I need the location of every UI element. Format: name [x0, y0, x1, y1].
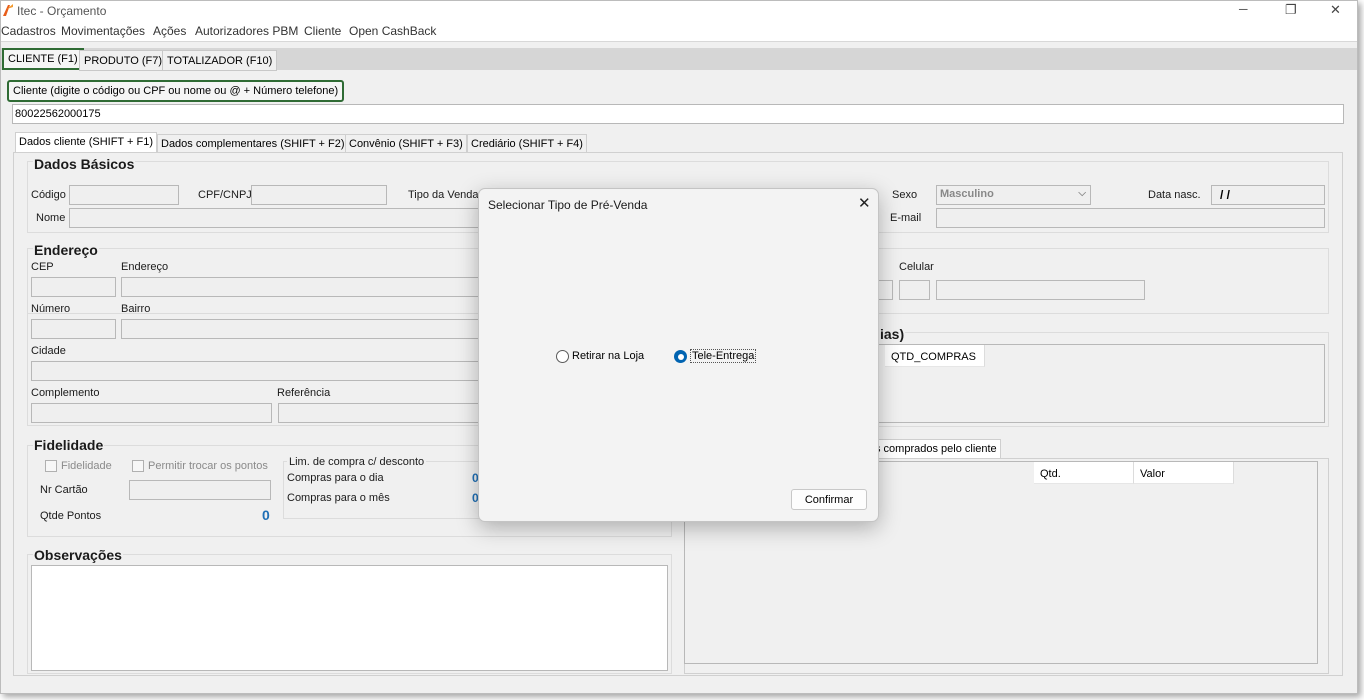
window-title: Itec - Orçamento — [17, 4, 107, 18]
menu-cadastros[interactable]: Cadastros — [1, 24, 56, 38]
tab-produto[interactable]: PRODUTO (F7) — [79, 50, 168, 71]
sexo-select[interactable]: Masculino ⌵ — [936, 185, 1091, 205]
dialog-close-icon[interactable]: ✕ — [858, 194, 871, 212]
cpf-field[interactable] — [251, 185, 387, 205]
tab-crediario[interactable]: Crediário (SHIFT + F4) — [467, 134, 587, 153]
confirm-button[interactable]: Confirmar — [791, 489, 867, 510]
observacoes-title: Observações — [33, 547, 123, 563]
tab-cliente[interactable]: CLIENTE (F1) — [2, 48, 84, 70]
numero-label: Número — [31, 303, 71, 315]
sexo-value: Masculino — [940, 188, 994, 200]
tab-totalizador[interactable]: TOTALIZADOR (F10) — [162, 50, 278, 71]
client-search-label: Cliente (digite o código ou CPF ou nome … — [7, 80, 345, 102]
endereco-field[interactable] — [121, 277, 491, 297]
pre-venda-dialog: Selecionar Tipo de Pré-Venda ✕ Retirar n… — [478, 188, 879, 522]
cidade-label: Cidade — [31, 345, 66, 357]
email-label: E-mail — [890, 212, 922, 224]
retirar-loja-radio[interactable] — [556, 350, 569, 363]
app-window: Itec - Orçamento ─ ❐ ✕ Cadastros Movimen… — [0, 0, 1358, 694]
compras-mes-label: Compras para o mês — [287, 492, 390, 504]
address-title: Endereço — [33, 242, 99, 258]
codigo-label: Código — [31, 189, 66, 201]
qtde-pontos-value: 0 — [262, 507, 270, 523]
endereco-label: Endereço — [121, 261, 169, 273]
fidelidade-checkbox[interactable] — [45, 460, 57, 472]
title-bar: Itec - Orçamento ─ ❐ ✕ — [1, 1, 1357, 21]
observacoes-textarea[interactable] — [31, 565, 668, 671]
tipo-venda-label: Tipo da Venda — [408, 189, 479, 201]
qtde-pontos-label: Qtde Pontos — [40, 510, 102, 522]
menu-autorizadores-pbm[interactable]: Autorizadores PBM — [195, 24, 298, 38]
purchases-title-partial: ias) — [879, 326, 906, 342]
client-search-input[interactable]: 80022562000175 — [12, 104, 1344, 124]
menu-bar: Cadastros Movimentações Ações Autorizado… — [1, 21, 1357, 42]
email-field[interactable] — [936, 208, 1325, 228]
bairro-field[interactable] — [121, 319, 491, 339]
tab-convenio[interactable]: Convênio (SHIFT + F3) — [345, 134, 467, 153]
tele-entrega-radio[interactable] — [674, 350, 687, 363]
cpf-label: CPF/CNPJ — [198, 189, 252, 201]
celular-ddd-field[interactable] — [899, 280, 930, 300]
nome-field[interactable] — [69, 208, 489, 228]
retirar-loja-label[interactable]: Retirar na Loja — [572, 350, 644, 362]
basic-data-title: Dados Básicos — [33, 156, 136, 172]
cep-label: CEP — [31, 261, 54, 273]
lim-compra-title: Lim. de compra c/ desconto — [287, 456, 427, 468]
fidelity-title: Fidelidade — [33, 437, 105, 453]
chevron-down-icon: ⌵ — [1078, 188, 1086, 199]
menu-acoes[interactable]: Ações — [153, 24, 186, 38]
nr-cartao-field[interactable] — [129, 480, 271, 500]
data-nasc-label: Data nasc. — [1148, 189, 1201, 201]
lim-compra-group — [283, 461, 483, 519]
bairro-label: Bairro — [121, 303, 151, 315]
complemento-label: Complemento — [31, 387, 100, 399]
celular-field[interactable] — [936, 280, 1145, 300]
permitir-label: Permitir trocar os pontos — [148, 460, 268, 472]
numero-field[interactable] — [31, 319, 116, 339]
compras-dia-label: Compras para o dia — [287, 472, 384, 484]
itec-logo-icon — [3, 3, 13, 17]
celular-label: Celular — [899, 261, 934, 273]
minimize-icon[interactable]: ─ — [1239, 2, 1248, 16]
menu-cliente[interactable]: Cliente — [304, 24, 341, 38]
col-qtd-compras[interactable]: QTD_COMPRAS — [885, 345, 985, 367]
fidelidade-label: Fidelidade — [61, 460, 112, 472]
maximize-icon[interactable]: ❐ — [1285, 2, 1297, 18]
codigo-field[interactable] — [69, 185, 179, 205]
tab-dados-cliente[interactable]: Dados cliente (SHIFT + F1) — [15, 132, 157, 153]
col-valor[interactable]: Valor — [1134, 462, 1234, 484]
tab-dados-complementares[interactable]: Dados complementares (SHIFT + F2) — [157, 134, 349, 153]
tele-entrega-label[interactable]: Tele-Entrega — [690, 349, 757, 363]
nome-label: Nome — [36, 212, 66, 224]
complemento-field[interactable] — [31, 403, 272, 423]
data-nasc-field[interactable]: / / — [1211, 185, 1325, 205]
referencia-label: Referência — [277, 387, 331, 399]
cidade-field[interactable] — [31, 361, 491, 381]
close-icon[interactable]: ✕ — [1330, 2, 1341, 18]
cep-field[interactable] — [31, 277, 116, 297]
sexo-label: Sexo — [892, 189, 918, 201]
nr-cartao-label: Nr Cartão — [40, 484, 88, 496]
permitir-checkbox[interactable] — [132, 460, 144, 472]
tab-produtos-comprados[interactable]: s comprados pelo cliente — [871, 439, 1001, 458]
col-qtd[interactable]: Qtd. — [1034, 462, 1134, 484]
referencia-field[interactable] — [278, 403, 491, 423]
menu-movimentacoes[interactable]: Movimentações — [61, 24, 145, 38]
dialog-title: Selecionar Tipo de Pré-Venda — [488, 198, 648, 212]
menu-open-cashback[interactable]: Open CashBack — [349, 24, 436, 38]
